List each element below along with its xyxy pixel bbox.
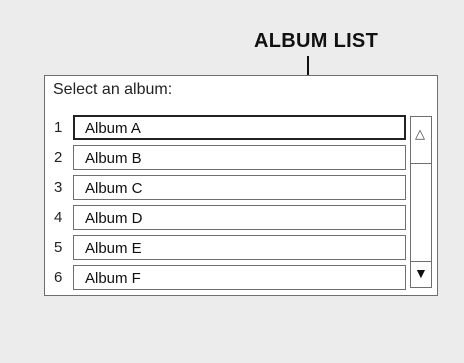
album-name: Album D [85,210,143,227]
scrollbar[interactable]: △ ▼ [410,116,432,288]
list-item[interactable]: 4 Album D [45,203,409,233]
list-item[interactable]: 5 Album E [45,233,409,263]
list-item[interactable]: 2 Album B [45,143,409,173]
item-number: 6 [54,269,63,286]
album-list-panel: Select an album: 1 Album A 2 Album B 3 A… [44,75,438,296]
album-item-box[interactable]: Album B [73,145,406,170]
album-item-box[interactable]: Album A [73,115,406,140]
album-list-callout-label: ALBUM LIST [254,30,379,52]
item-number: 5 [54,239,63,256]
list-item[interactable]: 6 Album F [45,263,409,293]
album-item-box[interactable]: Album C [73,175,406,200]
list-item[interactable]: 1 Album A [45,113,409,143]
triangle-down-icon: ▼ [414,265,428,281]
album-item-box[interactable]: Album F [73,265,406,290]
select-album-prompt: Select an album: [53,81,173,98]
album-name: Album E [85,240,142,257]
scroll-up-button[interactable]: △ [411,117,431,164]
item-number: 1 [54,119,63,136]
album-item-box[interactable]: Album D [73,205,406,230]
album-item-box[interactable]: Album E [73,235,406,260]
item-number: 3 [54,179,63,196]
item-number: 4 [54,209,63,226]
scroll-down-button[interactable]: ▼ [411,261,431,287]
album-name: Album B [85,150,142,167]
album-name: Album C [85,180,143,197]
item-number: 2 [54,149,63,166]
triangle-up-icon: △ [415,126,425,141]
album-name: Album F [85,270,141,287]
list-item[interactable]: 3 Album C [45,173,409,203]
album-name: Album A [85,120,141,137]
